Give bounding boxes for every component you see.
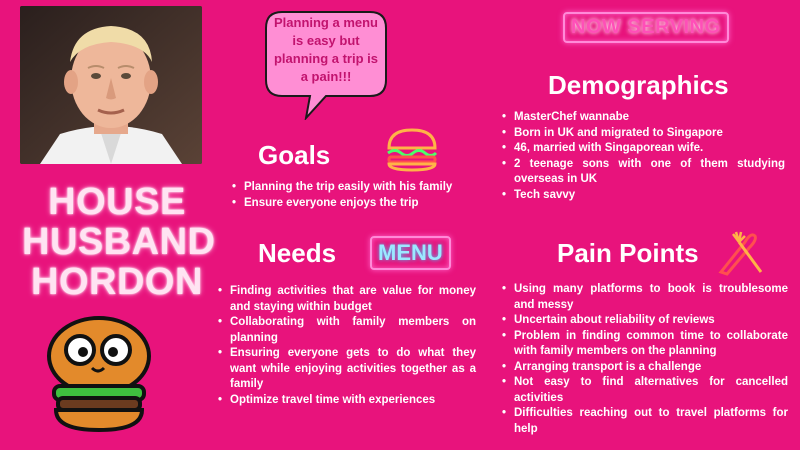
list-item: Born in UK and migrated to Singapore: [500, 126, 785, 142]
pain-points-title: Pain Points: [557, 238, 699, 268]
demographics-title: Demographics: [548, 70, 729, 100]
list-item: 46, married with Singaporean wife.: [500, 141, 785, 157]
fork-knife-icon: [718, 231, 763, 276]
list-item: Ensuring everyone gets to do what they w…: [216, 346, 476, 393]
list-item: Finding activities that are value for mo…: [216, 284, 476, 315]
list-item: MasterChef wannabe: [500, 110, 785, 126]
persona-photo: [20, 6, 202, 164]
list-item: Not easy to find alternatives for cancel…: [500, 375, 788, 406]
list-item: Planning the trip easily with his family: [230, 180, 478, 196]
list-item: 2 teenage sons with one of them studying…: [500, 157, 785, 188]
persona-name: HOUSE HUSBAND HORDON: [22, 181, 216, 303]
needs-list: Finding activities that are value for mo…: [216, 284, 476, 408]
goals-title: Goals: [258, 140, 331, 170]
list-item: Problem in finding common time to collab…: [500, 329, 788, 360]
list-item: Collaborating with family members on pla…: [216, 315, 476, 346]
list-item: Optimize travel time with experiences: [216, 393, 476, 409]
demographics-list: MasterChef wannabe Born in UK and migrat…: [500, 110, 785, 203]
list-item: Difficulties reaching out to travel plat…: [500, 406, 788, 437]
list-item: Using many platforms to book is troubles…: [500, 282, 788, 313]
pain-points-list: Using many platforms to book is troubles…: [500, 282, 788, 437]
burger-mascot-icon: [47, 316, 151, 433]
menu-sign: MENU: [370, 236, 451, 270]
persona-name-line-3: HORDON: [31, 261, 203, 303]
persona-name-line-1: HOUSE: [48, 181, 186, 223]
list-item: Ensure everyone enjoys the trip: [230, 196, 478, 212]
needs-title: Needs: [258, 238, 337, 268]
list-item: Tech savvy: [500, 188, 785, 204]
now-serving-sign: NOW SERVING: [563, 12, 729, 43]
burger-icon: [387, 128, 438, 172]
list-item: Arranging transport is a challenge: [500, 360, 788, 376]
goals-list: Planning the trip easily with his family…: [230, 180, 478, 211]
persona-name-line-2: HUSBAND: [22, 221, 216, 263]
list-item: Uncertain about reliability of reviews: [500, 313, 788, 329]
portrait-photo: [20, 6, 202, 164]
speech-bubble-text: Planning a menu is easy but planning a t…: [273, 15, 378, 84]
